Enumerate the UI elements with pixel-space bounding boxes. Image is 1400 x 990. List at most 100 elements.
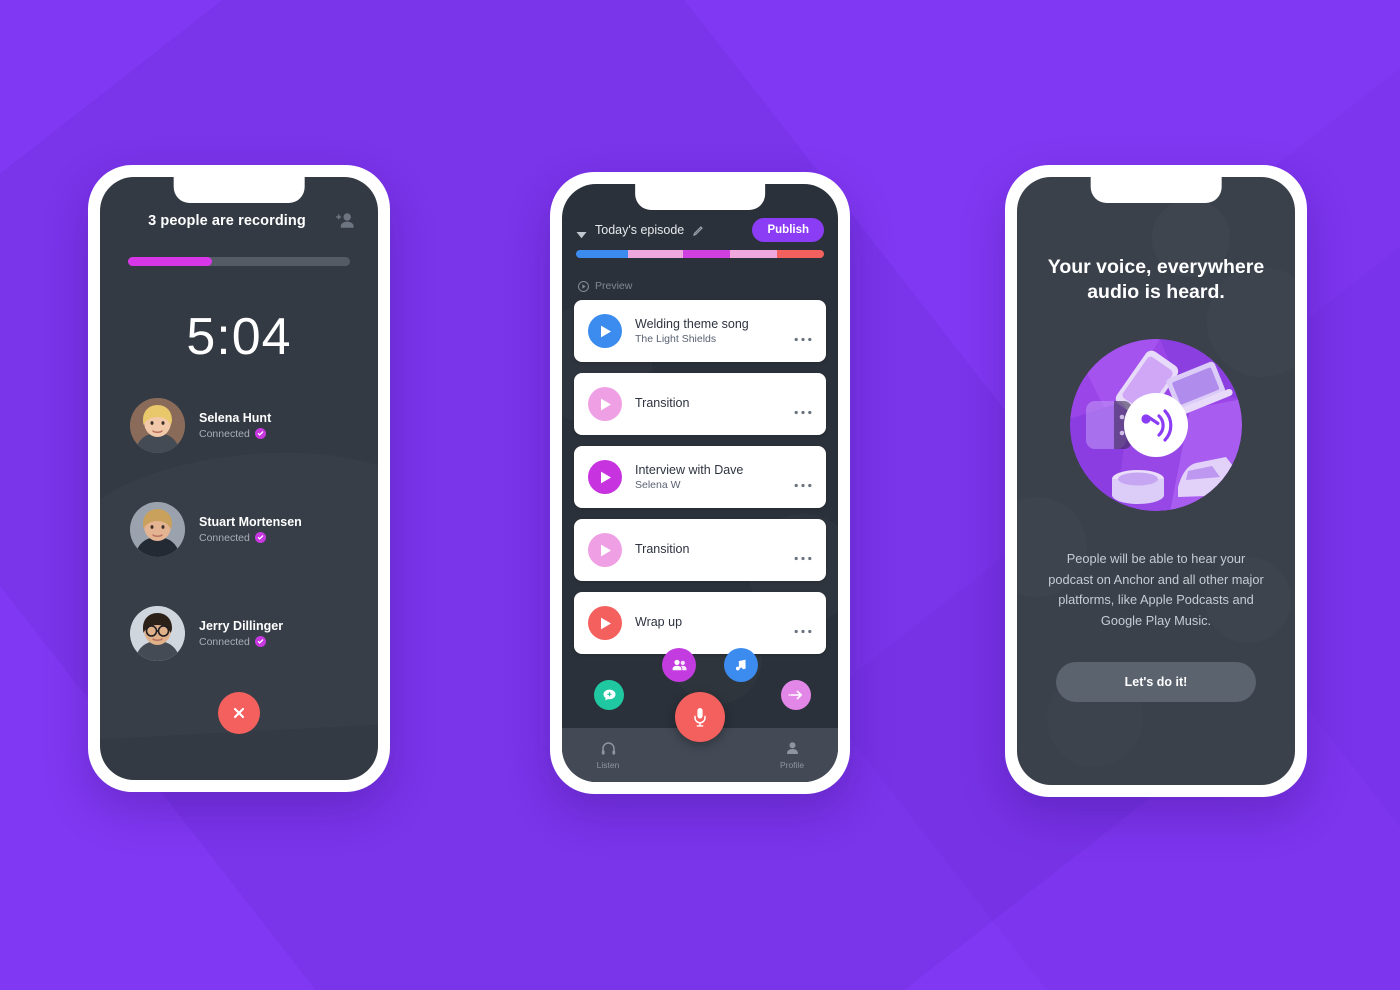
recording-progress-fill [128,257,213,266]
phone-notch [1090,177,1222,203]
recording-header: 3 people are recording [100,211,378,231]
play-icon [601,617,611,629]
track-row[interactable]: Transition [574,519,826,581]
play-button[interactable] [588,606,622,640]
participant-info: Selena Hunt Connected [199,411,271,440]
recording-progress-track[interactable] [128,257,350,266]
play-button[interactable] [588,533,622,567]
participant-status-label: Connected [199,635,250,648]
play-button[interactable] [588,387,622,421]
verified-badge-icon [254,636,266,647]
recording-screen-body: 3 people are recording 5:04 Selena Hunt C… [100,177,378,780]
more-icon[interactable] [794,402,812,414]
more-icon[interactable] [794,621,812,633]
track-text: Transition [635,542,781,558]
play-button[interactable] [588,460,622,494]
tab-profile[interactable]: Profile [746,740,838,770]
caret-down-icon[interactable] [576,226,587,239]
phone-mockup-stage: 3 people are recording 5:04 Selena Hunt C… [0,0,1400,990]
phone-episode-screen: Today's episode Publish Preview Welding … [550,172,850,794]
participant-status: Connected [199,428,271,440]
track-title: Interview with Dave [635,462,744,477]
participant-info: Stuart Mortensen Connected [199,515,302,544]
tab-listen-label: Listen [596,760,620,770]
play-icon [601,544,611,556]
chat-button[interactable] [594,680,624,710]
phone-recording-screen: 3 people are recording 5:04 Selena Hunt C… [88,165,390,792]
track-text: Welding theme song The Light Shields [635,317,781,346]
verified-badge-icon [254,532,266,543]
onboarding-screen-body: Your voice, everywhere audio is heard. P… [1017,177,1295,785]
track-title: Transition [635,396,690,411]
preview-label: Preview [595,280,633,292]
track-subtitle: Selena W [635,479,681,492]
pencil-icon[interactable] [692,224,704,236]
publish-button[interactable]: Publish [752,218,824,242]
episode-screen-body: Today's episode Publish Preview Welding … [562,184,838,782]
play-circle-icon [577,280,590,292]
track-list: Welding theme song The Light Shields Trans… [574,300,826,665]
phone-notch [635,184,765,210]
avatar [130,605,185,661]
track-row[interactable]: Welding theme song The Light Shields [574,300,826,362]
participant-row[interactable]: Jerry Dillinger Connected [130,603,354,663]
participant-status-label: Connected [199,531,250,544]
track-subtitle: The Light Shields [635,333,717,346]
participant-status: Connected [199,636,283,648]
episode-name[interactable]: Today's episode [595,223,684,237]
episode-segment [576,250,629,258]
participant-list: Selena Hunt Connected Stuart Mortensen Conn… [130,395,354,707]
lets-do-it-button[interactable]: Let's do it! [1056,661,1256,702]
recording-timer: 5:04 [186,308,292,366]
participant-name: Jerry Dillinger [199,618,284,633]
end-recording-button[interactable] [218,692,260,734]
episode-segment [729,250,777,258]
more-icon[interactable] [794,329,812,341]
tab-profile-label: Profile [779,760,805,770]
episode-segment-bar[interactable] [576,250,824,258]
play-icon [601,471,611,483]
more-icon[interactable] [794,475,812,487]
add-person-icon[interactable] [332,211,356,231]
track-title: Welding theme song [635,316,749,331]
onboarding-body-text: People will be able to hear your podcast… [1048,550,1264,629]
play-icon [601,398,611,410]
verified-badge-icon [254,428,266,439]
episode-action-buttons [562,642,838,742]
headphones-icon [601,742,615,755]
participant-row[interactable]: Stuart Mortensen Connected [130,499,354,559]
participant-row[interactable]: Selena Hunt Connected [130,395,354,455]
episode-segment [682,250,730,258]
anchor-broadcast-icon [1070,338,1242,511]
participant-info: Jerry Dillinger Connected [199,619,283,648]
track-title: Transition [635,542,690,557]
play-icon [601,325,611,337]
music-button[interactable] [724,648,758,682]
participant-status: Connected [199,532,302,544]
track-row[interactable]: Interview with Dave Selena W [574,446,826,508]
episode-segment [628,250,683,258]
preview-control[interactable]: Preview [577,280,633,292]
onboarding-content: Your voice, everywhere audio is heard. P… [1017,177,1295,785]
track-text: Wrap up [635,615,781,631]
next-button[interactable] [781,680,811,710]
avatar [130,501,185,557]
invite-people-button[interactable] [662,648,696,682]
episode-segment [776,250,824,258]
phone-notch [173,177,305,203]
participant-status-label: Connected [199,427,250,440]
track-row[interactable]: Transition [574,373,826,435]
record-button[interactable] [675,692,725,742]
participant-name: Selena Hunt [199,410,272,425]
play-button[interactable] [588,314,622,348]
avatar [130,397,185,453]
person-icon [786,742,798,754]
episode-header: Today's episode Publish [562,218,838,242]
recording-title: 3 people are recording [148,213,306,229]
more-icon[interactable] [794,548,812,560]
onboarding-headline: Your voice, everywhere audio is heard. [1047,256,1265,303]
track-text: Transition [635,396,781,412]
tab-listen[interactable]: Listen [562,740,654,770]
phone-onboarding-screen: Your voice, everywhere audio is heard. P… [1005,165,1307,797]
participant-name: Stuart Mortensen [199,514,302,529]
